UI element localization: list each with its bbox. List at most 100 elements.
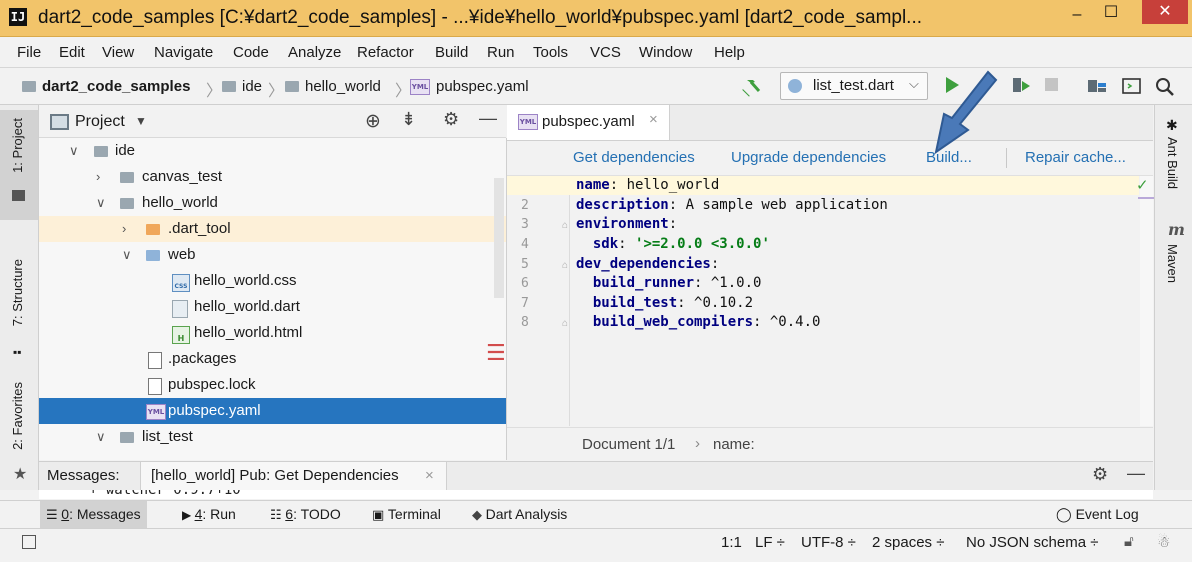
breadcrumb-pubspec[interactable]: YML pubspec.yaml [410, 78, 529, 96]
file-encoding[interactable]: UTF-8 ÷ [801, 534, 856, 551]
editor-scrollbar[interactable]: ✓ [1136, 176, 1153, 426]
upgrade-dependencies-link[interactable]: Upgrade dependencies [731, 149, 886, 166]
inspector-icon[interactable]: ☃ [1157, 533, 1170, 551]
code-editor[interactable]: name: hello_world description: A sample … [570, 176, 1140, 426]
tool-window-ant-build[interactable]: ✱ Ant Build [1155, 115, 1192, 205]
repair-cache-link[interactable]: Repair cache... [1025, 149, 1126, 166]
collapse-all-icon[interactable]: ⇟ [401, 109, 416, 130]
tab-run[interactable]: ▶ 4: Run [176, 501, 242, 528]
line-number: 5 [521, 257, 529, 272]
menu-lines-icon: ☰ [486, 340, 506, 365]
folder-icon [120, 172, 134, 183]
chevron-down-icon[interactable]: ▼ [135, 114, 147, 128]
chevron-right-icon[interactable]: › [96, 164, 100, 190]
menu-navigate[interactable]: Navigate [154, 44, 213, 61]
chevron-down-icon[interactable]: ∨ [96, 424, 106, 450]
tool-window-project[interactable]: 1: Project [0, 110, 38, 220]
hide-panel-icon[interactable]: — [479, 108, 497, 129]
chevron-down-icon[interactable]: ∨ [122, 242, 132, 268]
tab-dart-analysis[interactable]: ◆ Dart Analysis [466, 501, 573, 528]
json-schema[interactable]: No JSON schema ÷ [966, 534, 1098, 551]
menu-help[interactable]: Help [714, 44, 745, 61]
terminal-window-icon[interactable] [1122, 77, 1142, 99]
maximize-button[interactable]: ☐ [1096, 2, 1126, 26]
tree-item-ide[interactable]: ∨ ide [39, 138, 506, 164]
gear-icon[interactable]: ⚙ [443, 109, 459, 130]
tab-event-log[interactable]: ◯ Event Log [1050, 501, 1145, 528]
menu-analyze[interactable]: Analyze [288, 44, 341, 61]
close-button[interactable]: ✕ [1142, 0, 1188, 24]
menu-edit[interactable]: Edit [59, 44, 85, 61]
chevron-down-icon[interactable]: ∨ [69, 138, 79, 164]
run-icon: ▶ [182, 508, 195, 522]
indent-setting[interactable]: 2 spaces ÷ [872, 534, 944, 551]
fold-icon[interactable]: ⌂ [562, 260, 568, 271]
tool-window-maven[interactable]: m Maven [1155, 220, 1192, 300]
tool-window-structure[interactable]: 7: Structure ▪▪ [0, 255, 38, 365]
hide-panel-icon[interactable]: — [1127, 463, 1145, 484]
breadcrumb-hello-world[interactable]: hello_world [285, 78, 381, 95]
editor-tab-pubspec[interactable]: YML pubspec.yaml × [507, 105, 670, 140]
tree-item-pubspec-yaml[interactable]: YML pubspec.yaml [39, 398, 506, 424]
menu-vcs[interactable]: VCS [590, 44, 621, 61]
project-tree: ∨ ide › canvas_test ∨ hello_world › .dar… [39, 138, 507, 460]
menu-refactor[interactable]: Refactor [357, 44, 414, 61]
tree-scrollbar[interactable] [494, 178, 504, 298]
tab-todo[interactable]: ☷ 6: TODO [264, 501, 347, 528]
tree-item-pubspec-lock[interactable]: pubspec.lock [39, 372, 506, 398]
tree-item-hello-world-dart[interactable]: hello_world.dart [39, 294, 506, 320]
project-view-selector[interactable]: Project [75, 113, 125, 131]
line-number: 8 [521, 315, 529, 330]
close-icon[interactable]: × [649, 111, 658, 128]
tree-item-list-test[interactable]: ∨ list_test [39, 424, 506, 450]
tree-item-canvas-test[interactable]: › canvas_test [39, 164, 506, 190]
todo-icon: ☷ [270, 507, 286, 522]
menu-file[interactable]: File [17, 44, 41, 61]
messages-tab[interactable]: [hello_world] Pub: Get Dependencies × [140, 462, 447, 490]
editor-tab-label: pubspec.yaml [542, 113, 635, 130]
star-icon: ★ [13, 466, 28, 483]
menu-run[interactable]: Run [487, 44, 515, 61]
tab-messages[interactable]: ☰ 0: Messages [40, 501, 147, 528]
menu-build[interactable]: Build [435, 44, 468, 61]
close-icon[interactable]: × [425, 467, 434, 484]
menu-window[interactable]: Window [639, 44, 692, 61]
project-structure-icon[interactable] [1087, 77, 1107, 99]
tab-terminal[interactable]: ▣ Terminal [366, 501, 447, 528]
locate-file-icon[interactable]: ⊕ [365, 110, 381, 133]
tree-item-hello-world-css[interactable]: CSS hello_world.css [39, 268, 506, 294]
minimize-button[interactable]: – [1062, 4, 1092, 28]
annotation-arrow [934, 70, 998, 155]
caret-position[interactable]: 1:1 [721, 534, 742, 551]
fold-icon[interactable]: ⌂ [562, 318, 568, 329]
lock-icon[interactable]: 🔓︎ [1124, 533, 1134, 550]
gear-icon[interactable]: ⚙ [1092, 464, 1108, 485]
get-dependencies-link[interactable]: Get dependencies [573, 149, 695, 166]
divider [1006, 148, 1007, 168]
toggle-tool-windows-icon[interactable] [22, 535, 36, 549]
line-separator[interactable]: LF ÷ [755, 534, 785, 551]
tree-item-hello-world-html[interactable]: H hello_world.html [39, 320, 506, 346]
coverage-icon[interactable] [1011, 76, 1031, 98]
chevron-right-icon[interactable]: › [122, 216, 126, 242]
menu-bar: File Edit View Navigate Code Analyze Ref… [0, 37, 1192, 68]
tree-item-dart-tool[interactable]: › .dart_tool [39, 216, 506, 242]
search-icon[interactable] [1155, 77, 1175, 101]
hammer-icon[interactable] [744, 76, 761, 92]
breadcrumb-project[interactable]: dart2_code_samples [22, 78, 190, 95]
web-folder-icon [146, 250, 160, 261]
menu-code[interactable]: Code [233, 44, 269, 61]
menu-tools[interactable]: Tools [533, 44, 568, 61]
breadcrumb-ide[interactable]: ide [222, 78, 262, 95]
stop-icon[interactable] [1045, 78, 1058, 91]
tree-item-web[interactable]: ∨ web [39, 242, 506, 268]
scroll-marker [1138, 197, 1154, 199]
tree-item-packages[interactable]: .packages [39, 346, 506, 372]
run-configuration-select[interactable]: list_test.dart ⌵ [780, 72, 928, 100]
chevron-down-icon[interactable]: ∨ [96, 190, 106, 216]
document-indicator[interactable]: Document 1/1 [582, 436, 675, 453]
menu-view[interactable]: View [102, 44, 134, 61]
fold-icon[interactable]: ⌂ [562, 220, 568, 231]
tree-item-hello-world[interactable]: ∨ hello_world [39, 190, 506, 216]
yaml-path[interactable]: name: [713, 436, 755, 453]
